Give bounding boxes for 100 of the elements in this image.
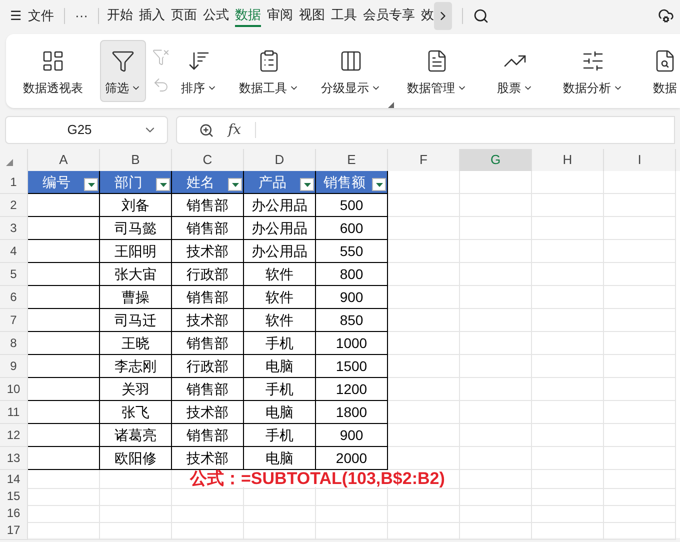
table-cell: 900 xyxy=(316,424,388,447)
table-cell: 销售部 xyxy=(172,217,244,240)
filter-dropdown-icon[interactable] xyxy=(372,178,386,191)
row-header[interactable]: 12 xyxy=(0,424,28,447)
row-header[interactable]: 11 xyxy=(0,401,28,424)
table-cell: 技术部 xyxy=(172,240,244,263)
sheet-cell[interactable] xyxy=(28,401,100,424)
function-icon[interactable]: fx xyxy=(228,120,242,140)
table-cell: 王晓 xyxy=(100,332,172,355)
sheet-cell[interactable] xyxy=(28,194,100,217)
table-cell: 司马迁 xyxy=(100,309,172,332)
zoom-icon[interactable] xyxy=(199,122,214,138)
sheet-cell[interactable] xyxy=(28,240,100,263)
row-header[interactable]: 7 xyxy=(0,309,28,332)
filter-dropdown-icon[interactable] xyxy=(84,178,98,191)
table-cell: 1200 xyxy=(316,378,388,401)
table-cell: 行政部 xyxy=(172,263,244,286)
row-header[interactable]: 17 xyxy=(0,521,28,540)
table-cell: 办公用品 xyxy=(244,217,316,240)
select-all-icon[interactable] xyxy=(6,159,13,166)
row-header[interactable]: 5 xyxy=(0,263,28,286)
table-cell: 手机 xyxy=(244,378,316,401)
menu-tab[interactable]: 审阅 xyxy=(267,4,293,28)
table-cell: 刘备 xyxy=(100,194,172,217)
table-cell: 技术部 xyxy=(172,401,244,424)
row-header[interactable]: 6 xyxy=(0,286,28,309)
ribbon-button[interactable]: 数据透视表 xyxy=(18,40,88,102)
menu-tab[interactable]: 开始 xyxy=(107,4,133,28)
table-cell: 销售部 xyxy=(172,286,244,309)
table-cell: 李志刚 xyxy=(100,355,172,378)
menu-tab[interactable]: 效 xyxy=(421,4,434,28)
sheet-cell[interactable] xyxy=(28,447,100,470)
search-icon[interactable] xyxy=(473,8,489,24)
funnel-undo-icon[interactable] xyxy=(152,76,170,94)
table-cell: 1000 xyxy=(316,332,388,355)
menu-tab[interactable]: 会员专享 xyxy=(363,4,415,28)
sheet-cell[interactable] xyxy=(28,263,100,286)
table-cell: 900 xyxy=(316,286,388,309)
ribbon-button[interactable]: 排序 xyxy=(176,40,222,102)
ribbon-button[interactable]: 筛选 xyxy=(100,40,146,102)
menu-tab[interactable]: 工具 xyxy=(331,4,357,28)
row-header[interactable]: 8 xyxy=(0,332,28,355)
table-cell: 500 xyxy=(316,194,388,217)
table-cell: 600 xyxy=(316,217,388,240)
formula-annotation: 公式：=SUBTOTAL(103,B$2:B2) xyxy=(190,471,445,487)
row-header[interactable]: 2 xyxy=(0,194,28,217)
file-menu[interactable]: 文件 xyxy=(28,6,54,26)
column-header[interactable]: I xyxy=(604,149,676,171)
column-header[interactable]: H xyxy=(532,149,604,171)
sheet-cell[interactable] xyxy=(28,378,100,401)
funnel-icon xyxy=(111,49,135,73)
table-cell: 行政部 xyxy=(172,355,244,378)
menu-tab[interactable]: 视图 xyxy=(299,4,325,28)
column-header[interactable]: G xyxy=(460,149,532,171)
scroll-right-button[interactable] xyxy=(434,2,452,30)
row-header[interactable]: 10 xyxy=(0,378,28,401)
menu-tab[interactable]: 公式 xyxy=(203,4,229,28)
header-cell: 编号 xyxy=(28,171,100,194)
menu-tab[interactable]: 插入 xyxy=(139,4,165,28)
menu-tab[interactable]: 页面 xyxy=(171,4,197,28)
ribbon-button[interactable]: 分级显示 xyxy=(316,40,386,102)
ribbon-button[interactable]: 数据管理 xyxy=(402,40,472,102)
table-cell: 1800 xyxy=(316,401,388,424)
sheet-cell[interactable] xyxy=(28,217,100,240)
filter-dropdown-icon[interactable] xyxy=(300,178,314,191)
name-box[interactable]: G25 xyxy=(5,116,168,144)
menu-icon[interactable]: ☰ xyxy=(10,6,22,26)
more-button[interactable]: ··· xyxy=(75,6,88,26)
table-cell: 销售部 xyxy=(172,378,244,401)
cloud-icon[interactable] xyxy=(658,8,674,24)
formula-bar[interactable]: fx xyxy=(176,116,675,144)
table-cell: 软件 xyxy=(244,309,316,332)
ribbon-button[interactable]: 数据工具 xyxy=(234,40,304,102)
table-cell: 欧阳修 xyxy=(100,447,172,470)
row-header[interactable]: 9 xyxy=(0,355,28,378)
sheet-cell[interactable] xyxy=(28,424,100,447)
ribbon-button[interactable]: 股票 xyxy=(492,40,538,102)
menu-tab[interactable]: 数据 xyxy=(235,4,261,28)
table-cell: 2000 xyxy=(316,447,388,470)
table-cell: 电脑 xyxy=(244,355,316,378)
row-header[interactable]: 4 xyxy=(0,240,28,263)
filter-dropdown-icon[interactable] xyxy=(228,178,242,191)
row-header[interactable]: 3 xyxy=(0,217,28,240)
table-cell: 张大宙 xyxy=(100,263,172,286)
launcher-icon[interactable] xyxy=(388,102,394,108)
table-cell: 王阳明 xyxy=(100,240,172,263)
sheet-cell[interactable] xyxy=(28,309,100,332)
table-cell: 软件 xyxy=(244,263,316,286)
ribbon-button[interactable]: 数据分析 xyxy=(558,40,628,102)
filter-dropdown-icon[interactable] xyxy=(156,178,170,191)
table-cell: 销售部 xyxy=(172,332,244,355)
ribbon-button[interactable]: 数据 xyxy=(648,40,680,102)
sheet-cell[interactable] xyxy=(28,286,100,309)
row-header[interactable]: 1 xyxy=(0,171,28,194)
sheet-cell[interactable] xyxy=(28,355,100,378)
table-cell: 曹操 xyxy=(100,286,172,309)
row-header[interactable]: 13 xyxy=(0,447,28,470)
table-cell: 销售部 xyxy=(172,194,244,217)
table-cell: 司马懿 xyxy=(100,217,172,240)
sheet-cell[interactable] xyxy=(28,332,100,355)
